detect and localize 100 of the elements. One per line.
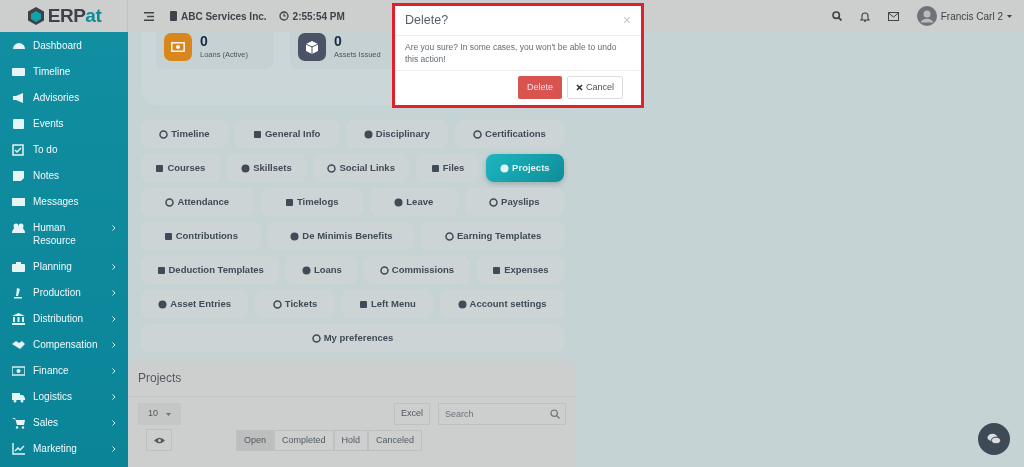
profile-tab[interactable]: Payslips [464,188,564,216]
sidebar-label: Dashboard [33,38,83,52]
sidebar-item[interactable]: Advisories [0,84,128,110]
dialog-title: Delete? [405,12,449,29]
caret-icon [1007,14,1012,18]
profile-tab[interactable]: Leave [369,188,458,216]
profile-tab[interactable]: De Minimis Benefits [267,222,416,250]
profile-tab[interactable]: Loans [286,256,358,284]
status-tab[interactable]: Open [236,429,275,451]
envelope-icon [12,195,25,208]
square-icon [155,163,165,173]
dot-icon [290,231,300,241]
ring-icon [379,265,389,275]
eye-icon [153,436,165,444]
status-tab[interactable]: Hold [333,429,369,451]
square-icon [156,265,166,275]
search-field[interactable]: Search [438,403,566,425]
profile-tab[interactable]: Attendance [141,188,254,216]
square-icon [492,265,502,275]
banknote-icon [12,364,25,377]
sidebar-item[interactable]: Notes [0,162,128,188]
profile-tab[interactable]: Skillsets [226,154,307,182]
sidebar-label: Compensation [33,337,95,351]
mail-icon[interactable] [887,11,899,21]
ring-icon [445,231,454,241]
chat-button[interactable] [978,423,1010,455]
ring-icon [165,197,175,207]
sidebar-item[interactable]: Marketing [0,435,128,461]
sidebar-item[interactable]: Dashboard [0,32,128,58]
chart-icon [12,442,25,455]
profile-tab[interactable]: Account settings [440,290,564,318]
close-icon [576,84,583,91]
status-tab[interactable]: Canceled [368,429,423,451]
clock-time: 2:55:54 PM [292,9,345,24]
profile-tab[interactable]: Files [416,154,479,182]
profile-tab[interactable]: Asset Entries [141,290,249,318]
sidebar-label: Finance [33,363,70,377]
profile-tab[interactable]: Courses [141,154,220,182]
user-menu[interactable]: Francis Carl 2 [916,6,1012,26]
cube-icon [306,40,318,54]
company-name: ABC Services Inc. [181,9,267,24]
square-icon [284,197,294,207]
square-icon [359,299,369,309]
page-size-select[interactable]: 10 [138,403,181,425]
profile-tab[interactable]: Tickets [255,290,335,318]
logo-text: ERPat [47,3,102,28]
ring-icon [489,197,499,207]
sidebar-item[interactable]: Production [0,279,128,305]
building-icon [170,11,177,21]
briefcase-icon [12,260,25,273]
sidebar-item[interactable]: To do [0,136,128,162]
megaphone-icon [12,91,25,104]
panel-title: Projects [128,360,576,397]
profile-tab[interactable]: Certifications [454,120,564,148]
profile-tab[interactable]: Earning Templates [422,222,564,250]
excel-button[interactable]: Excel [394,403,430,425]
profile-tab[interactable]: My preferences [141,324,564,352]
search-icon[interactable] [831,11,842,21]
dot-icon [500,163,510,173]
square-icon [163,231,173,241]
profile-tab[interactable]: Timeline [141,120,228,148]
sidebar-item[interactable]: Messages [0,188,128,214]
dot-icon [457,299,467,309]
sidebar-item[interactable]: Planning [0,253,128,279]
profile-tab[interactable]: Left Menu [341,290,434,318]
profile-tab[interactable]: Timelogs [260,188,363,216]
profile-tab[interactable]: Deduction Templates [141,256,280,284]
sidebar-item[interactable]: Logistics [0,383,128,409]
sidebar-item[interactable]: Sales [0,409,128,435]
profile-tab[interactable]: General Info [234,120,339,148]
sidebar-item[interactable]: Human Resource [0,214,128,253]
sidebar-label: Timeline [33,64,72,78]
sidebar-label: Human Resource [33,220,77,247]
profile-tab[interactable]: Commissions [364,256,470,284]
cancel-button[interactable]: Cancel [567,75,623,100]
checkbox-icon [12,143,25,156]
sidebar-item[interactable]: Compensation [0,331,128,357]
dot-icon [158,299,168,309]
clock-icon [278,11,289,21]
delete-button[interactable]: Delete [517,75,562,100]
avatar [916,6,937,26]
profile-tab[interactable]: Contributions [141,222,261,250]
profile-tab[interactable]: Disciplinary [345,120,448,148]
caret-icon [166,412,171,416]
ring-icon [327,163,337,173]
sidebar-item[interactable]: Timeline [0,58,128,84]
column-visibility-button[interactable] [146,429,172,451]
bank-icon [12,312,25,325]
sidebar-item[interactable]: Distribution [0,305,128,331]
bell-icon[interactable] [859,10,870,22]
sidebar-item[interactable]: Events [0,110,128,136]
menu-icon[interactable] [144,11,154,21]
ring-icon [272,299,282,309]
profile-tab[interactable]: Social Links [313,154,410,182]
sidebar-item[interactable]: Finance [0,357,128,383]
status-tab[interactable]: Completed [274,429,334,451]
logo-icon [25,6,46,26]
profile-tab[interactable]: Expenses [476,256,565,284]
ring-icon [311,333,321,343]
sidebar-label: Advisories [33,90,81,104]
